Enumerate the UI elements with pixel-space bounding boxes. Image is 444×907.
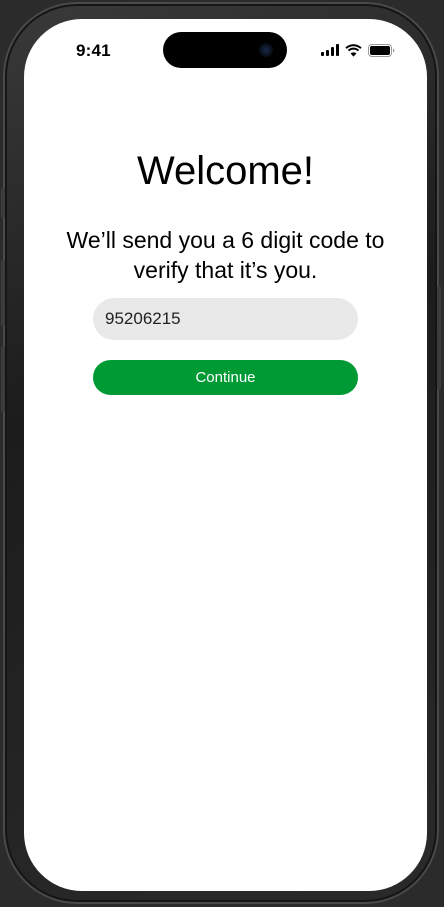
volume-down-button bbox=[1, 346, 5, 412]
front-camera-icon bbox=[259, 43, 273, 57]
wifi-icon bbox=[345, 43, 362, 57]
verification-code-input[interactable] bbox=[93, 298, 358, 340]
phone-frame: 9:41 Welcome! We’ll send you a 6 digit c… bbox=[1, 2, 441, 904]
status-icons bbox=[321, 43, 395, 57]
signal-icon bbox=[321, 44, 339, 56]
page-title: Welcome! bbox=[136, 149, 315, 193]
screen: 9:41 Welcome! We’ll send you a 6 digit c… bbox=[24, 19, 427, 891]
power-button bbox=[437, 286, 441, 390]
continue-button[interactable]: Continue bbox=[93, 360, 358, 395]
action-button bbox=[1, 188, 5, 218]
status-time: 9:41 bbox=[76, 41, 111, 60]
verification-instructions: We’ll send you a 6 digit code to verify … bbox=[66, 227, 385, 283]
battery-icon bbox=[368, 43, 395, 57]
volume-up-button bbox=[1, 260, 5, 326]
dynamic-island bbox=[163, 32, 287, 68]
status-bar: 9:41 bbox=[24, 19, 427, 79]
